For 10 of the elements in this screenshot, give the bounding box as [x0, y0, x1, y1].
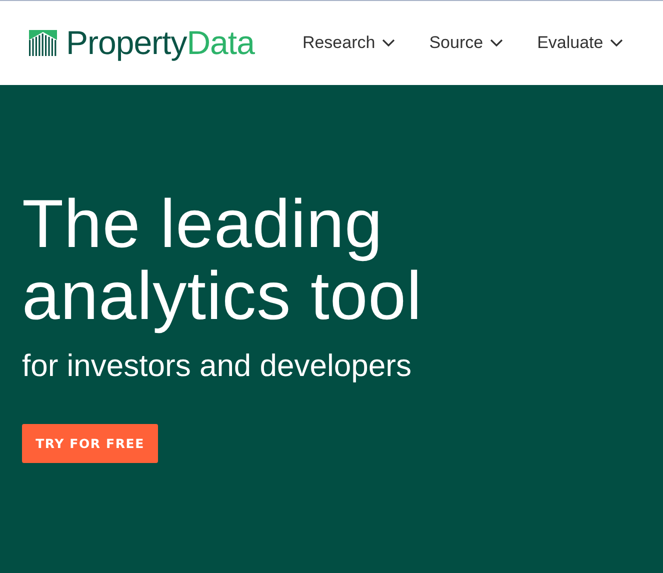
nav-menu-item[interactable]: Source — [429, 33, 504, 53]
logo-wordmark[interactable]: PropertyData — [66, 24, 254, 62]
hero-subtitle: for investors and developers — [22, 348, 412, 384]
nav-menu-item[interactable]: Research — [302, 33, 396, 53]
building-logo-icon — [29, 30, 57, 56]
chevron-down-icon — [382, 39, 396, 47]
nav-menu-item[interactable]: Evaluate — [537, 33, 624, 53]
chevron-down-icon — [610, 39, 624, 47]
hero-title: The leading analytics tool — [22, 188, 424, 332]
chevron-down-icon — [490, 39, 504, 47]
